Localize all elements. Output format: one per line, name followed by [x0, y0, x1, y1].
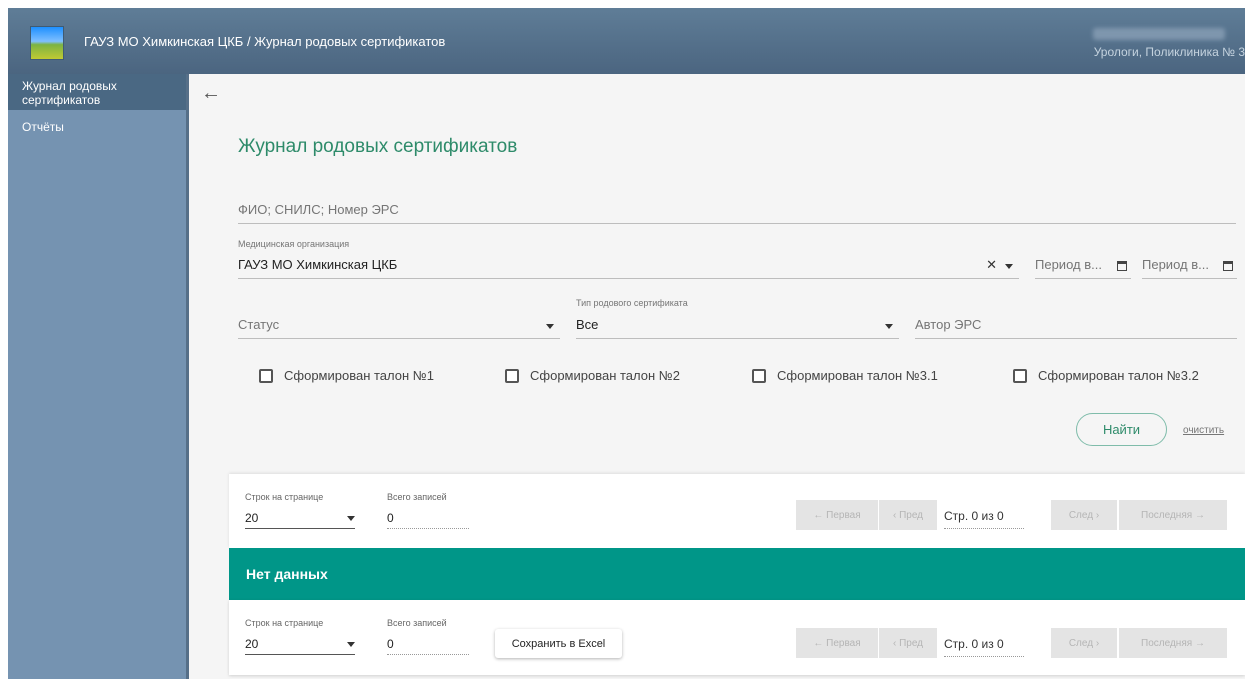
- period-from-field[interactable]: Период в...: [1035, 249, 1131, 279]
- org-select[interactable]: Медицинская организация ГАУЗ МО Химкинск…: [238, 239, 1019, 279]
- total-records: Всего записей 0: [387, 492, 469, 529]
- rows-per-page-select[interactable]: Строк на странице 20: [245, 618, 355, 655]
- pager-top: Строк на странице 20 Всего записей 0 ← П…: [229, 474, 1245, 548]
- cert-type-select[interactable]: Тип родового сертификата Все: [576, 298, 899, 339]
- user-role: Урологи, Поликлиника № 3: [1093, 45, 1245, 59]
- status-select[interactable]: Статус: [238, 309, 560, 339]
- page-info-text: Стр. 0 из 0: [944, 509, 1004, 523]
- clear-org-icon[interactable]: ✕: [986, 257, 997, 273]
- total-label: Всего записей: [387, 618, 447, 628]
- checkbox-icon[interactable]: [752, 368, 766, 383]
- logo-icon: [30, 26, 64, 60]
- cert-type-label: Тип родового сертификата: [576, 298, 688, 308]
- rows-per-page-value: 20: [245, 511, 259, 525]
- author-placeholder: Автор ЭРС: [915, 317, 982, 332]
- cert-type-value: Все: [576, 317, 599, 332]
- org-value: ГАУЗ МО Химкинская ЦКБ: [238, 257, 398, 272]
- status-placeholder: Статус: [238, 317, 280, 332]
- chevron-down-icon[interactable]: [347, 642, 355, 647]
- app-title: ГАУЗ МО Химкинская ЦКБ / Журнал родовых …: [84, 34, 446, 49]
- rows-underline: [245, 654, 355, 655]
- first-page-button[interactable]: ← Первая: [796, 500, 878, 530]
- checkbox-label: Сформирован талон №3.1: [777, 368, 938, 383]
- search-placeholder: ФИО; СНИЛС; Номер ЭРС: [238, 202, 399, 217]
- no-data-banner: Нет данных: [229, 548, 1245, 600]
- page-title: Журнал родовых сертификатов: [238, 136, 518, 157]
- back-arrow-icon[interactable]: ←: [201, 82, 221, 105]
- checkbox-icon[interactable]: [505, 368, 519, 383]
- calendar-icon[interactable]: [1117, 261, 1127, 271]
- checkbox-label: Сформирован талон №3.2: [1038, 368, 1199, 383]
- sidebar-item-reports[interactable]: Отчёты: [8, 110, 186, 140]
- main-content: ← Журнал родовых сертификатов ФИО; СНИЛС…: [189, 74, 1245, 679]
- pager-bottom: Строк на странице 20 Всего записей 0 Сох…: [229, 600, 1245, 675]
- sidebar-item-journal[interactable]: Журнал родовых сертификатов: [8, 74, 186, 110]
- period-from-placeholder: Период в...: [1035, 257, 1102, 272]
- top-bar: ГАУЗ МО Химкинская ЦКБ / Журнал родовых …: [8, 8, 1245, 74]
- rows-per-page-value: 20: [245, 637, 259, 651]
- last-page-button[interactable]: Последняя →: [1119, 500, 1227, 530]
- page-info-text: Стр. 0 из 0: [944, 637, 1004, 651]
- total-label: Всего записей: [387, 492, 447, 502]
- first-page-button[interactable]: ← Первая: [796, 628, 878, 658]
- page-info: Стр. 0 из 0: [944, 509, 1024, 529]
- calendar-icon[interactable]: [1223, 261, 1233, 271]
- author-input[interactable]: Автор ЭРС: [915, 309, 1237, 339]
- chevron-down-icon[interactable]: [885, 324, 893, 329]
- page-info-underline: [944, 656, 1024, 657]
- page-info: Стр. 0 из 0: [944, 637, 1024, 657]
- checkbox-label: Сформирован талон №2: [530, 368, 680, 383]
- save-excel-button[interactable]: Сохранить в Excel: [495, 629, 622, 658]
- chevron-down-icon[interactable]: [347, 516, 355, 521]
- period-to-placeholder: Период в...: [1142, 257, 1209, 272]
- total-underline: [387, 654, 469, 655]
- chevron-down-icon[interactable]: [546, 324, 554, 329]
- prev-page-button[interactable]: ‹ Пред: [879, 628, 937, 658]
- page-info-underline: [944, 528, 1024, 529]
- total-underline: [387, 528, 469, 529]
- org-label: Медицинская организация: [238, 239, 350, 249]
- checkbox-talon-1[interactable]: Сформирован талон №1: [259, 368, 434, 383]
- checkbox-talon-3-1[interactable]: Сформирован талон №3.1: [752, 368, 938, 383]
- search-input[interactable]: ФИО; СНИЛС; Номер ЭРС: [238, 194, 1236, 224]
- find-button[interactable]: Найти: [1076, 413, 1167, 446]
- rows-underline: [245, 528, 355, 529]
- total-records: Всего записей 0: [387, 618, 469, 655]
- checkbox-talon-2[interactable]: Сформирован талон №2: [505, 368, 680, 383]
- clear-link[interactable]: очистить: [1183, 425, 1224, 436]
- next-page-button[interactable]: След ›: [1051, 628, 1117, 658]
- total-value: 0: [387, 511, 394, 525]
- sidebar: Журнал родовых сертификатов Отчёты: [8, 74, 189, 679]
- checkbox-icon[interactable]: [1013, 368, 1027, 383]
- total-value: 0: [387, 637, 394, 651]
- rows-per-page-label: Строк на странице: [245, 492, 324, 502]
- chevron-down-icon[interactable]: [1005, 264, 1013, 269]
- checkbox-talon-3-2[interactable]: Сформирован талон №3.2: [1013, 368, 1199, 383]
- user-name-blurred: [1093, 28, 1225, 40]
- checkbox-icon[interactable]: [259, 368, 273, 383]
- rows-per-page-select[interactable]: Строк на странице 20: [245, 492, 355, 529]
- next-page-button[interactable]: След ›: [1051, 500, 1117, 530]
- prev-page-button[interactable]: ‹ Пред: [879, 500, 937, 530]
- rows-per-page-label: Строк на странице: [245, 618, 324, 628]
- period-to-field[interactable]: Период в...: [1142, 249, 1237, 279]
- last-page-button[interactable]: Последняя →: [1119, 628, 1227, 658]
- checkbox-label: Сформирован талон №1: [284, 368, 434, 383]
